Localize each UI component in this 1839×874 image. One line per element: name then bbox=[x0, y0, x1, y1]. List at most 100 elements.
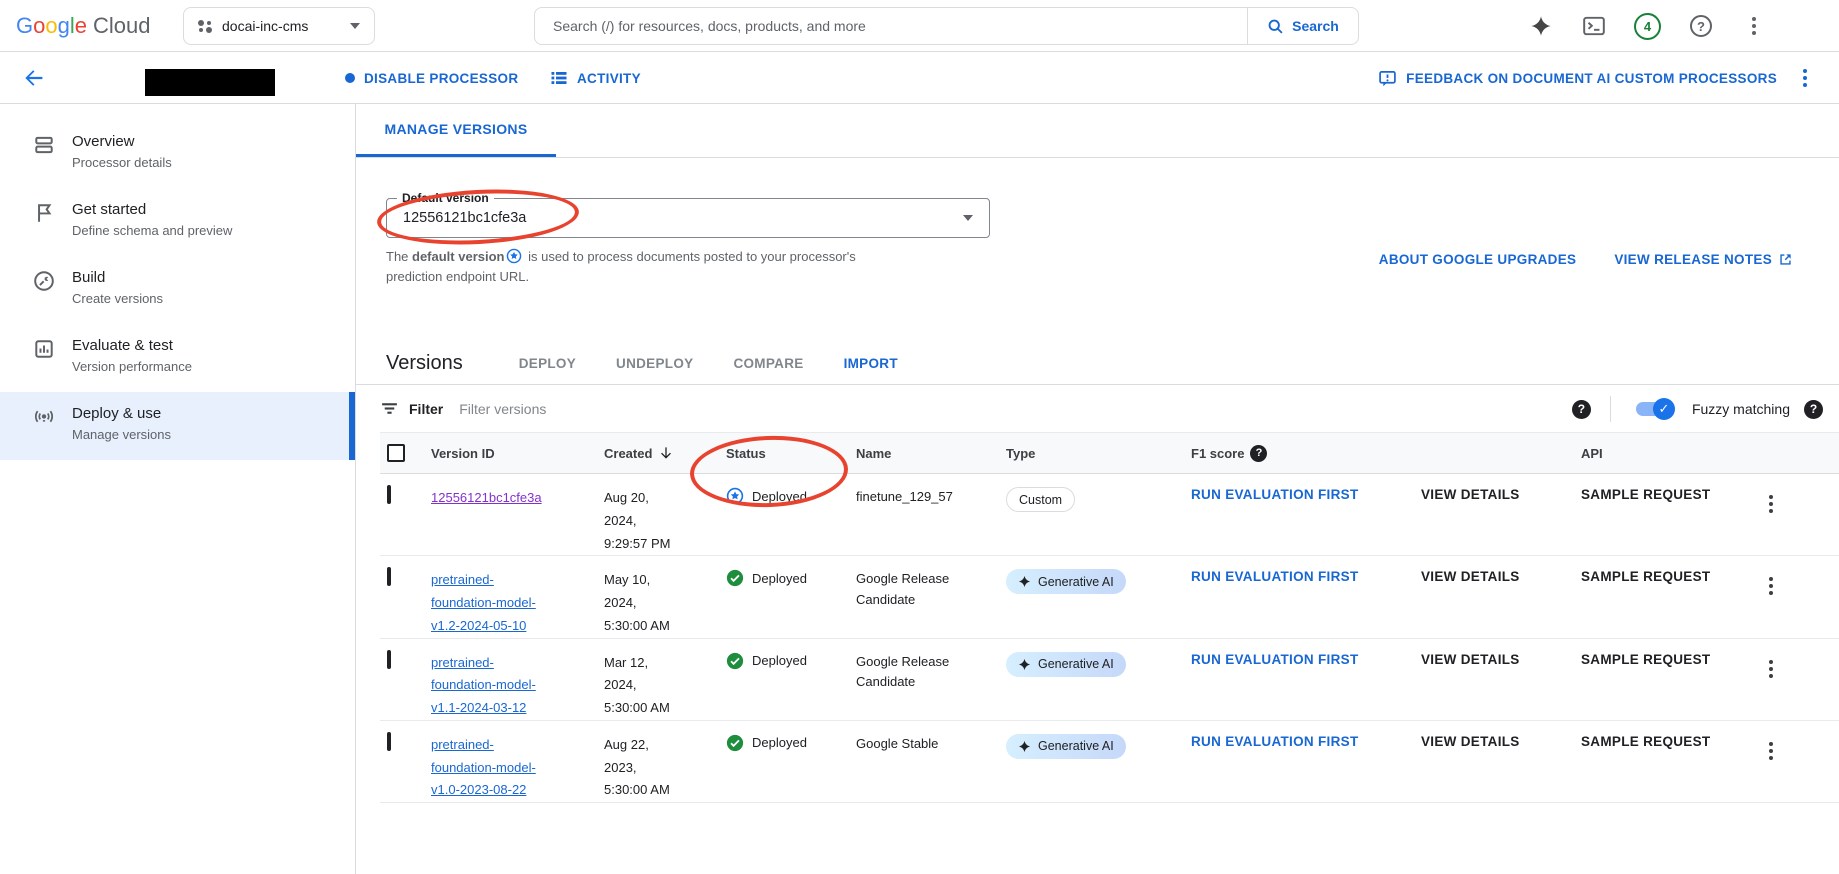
sample-request-button[interactable]: SAMPLE REQUEST bbox=[1581, 569, 1710, 584]
fuzzy-matching-toggle[interactable]: ✓ bbox=[1636, 402, 1672, 416]
row-checkbox[interactable] bbox=[387, 567, 391, 586]
status-text: Deployed bbox=[752, 489, 807, 504]
cloud-shell-icon[interactable] bbox=[1581, 13, 1607, 39]
evaluate-icon bbox=[33, 338, 55, 360]
table-header-row: Version ID Created Status Name Type F1 s… bbox=[380, 432, 1839, 474]
row-menu-icon[interactable] bbox=[1769, 742, 1773, 760]
filter-help-icon[interactable]: ? bbox=[1572, 400, 1591, 419]
row-menu-icon[interactable] bbox=[1769, 577, 1773, 595]
fuzzy-help-icon[interactable]: ? bbox=[1804, 400, 1823, 419]
search-input[interactable] bbox=[534, 7, 1247, 45]
sidebar-item-build[interactable]: Build Create versions bbox=[0, 256, 355, 324]
logo-letter: g bbox=[58, 13, 70, 39]
google-cloud-logo[interactable]: Google Cloud bbox=[16, 13, 151, 39]
f1-score-help-icon[interactable]: ? bbox=[1250, 445, 1267, 462]
sample-request-button[interactable]: SAMPLE REQUEST bbox=[1581, 652, 1710, 667]
undeploy-button[interactable]: UNDEPLOY bbox=[616, 356, 693, 371]
chevron-down-icon bbox=[350, 23, 360, 29]
created-cell: May 10, 2024, 5:30:00 AM bbox=[600, 569, 722, 637]
versions-table: Version ID Created Status Name Type F1 s… bbox=[380, 432, 1839, 803]
chevron-down-icon bbox=[963, 215, 973, 221]
fuzzy-matching-controls: ? ✓ Fuzzy matching ? bbox=[1572, 385, 1823, 433]
default-version-star-icon bbox=[506, 248, 522, 264]
filter-bar: Filter ? ✓ Fuzzy matching ? bbox=[356, 384, 1839, 432]
disable-processor-button[interactable]: DISABLE PROCESSOR bbox=[345, 52, 518, 104]
run-evaluation-first-link[interactable]: RUN EVALUATION FIRST bbox=[1191, 487, 1359, 502]
gemini-sparkle-icon[interactable] bbox=[1528, 13, 1554, 39]
versions-heading: Versions bbox=[386, 352, 463, 375]
name-cell: Google Release Candidate bbox=[852, 652, 1002, 694]
back-arrow-icon[interactable] bbox=[22, 66, 46, 90]
column-header-type[interactable]: Type bbox=[1002, 446, 1187, 461]
run-evaluation-first-link[interactable]: RUN EVALUATION FIRST bbox=[1191, 734, 1359, 749]
row-menu-icon[interactable] bbox=[1769, 660, 1773, 678]
created-cell: Aug 20, 2024, 9:29:57 PM bbox=[600, 487, 722, 555]
version-id-link[interactable]: pretrained- foundation-model- v1.2-2024-… bbox=[431, 572, 536, 633]
gcp-console-screen: Google Cloud docai-inc-cms Search 4 ? bbox=[0, 0, 1839, 874]
about-google-upgrades-link[interactable]: ABOUT GOOGLE UPGRADES bbox=[1379, 252, 1577, 267]
project-selector[interactable]: docai-inc-cms bbox=[183, 7, 375, 45]
processor-sidebar: Overview Processor details Get started D… bbox=[0, 104, 356, 874]
view-details-button[interactable]: VIEW DETAILS bbox=[1421, 487, 1520, 502]
column-header-f1-score[interactable]: F1 score ? bbox=[1187, 445, 1417, 462]
help-icon[interactable]: ? bbox=[1688, 13, 1714, 39]
table-row: pretrained- foundation-model- v1.1-2024-… bbox=[380, 639, 1839, 721]
tab-manage-versions[interactable]: MANAGE VERSIONS bbox=[356, 104, 556, 157]
type-chip-generative-ai: Generative AI bbox=[1006, 652, 1126, 677]
view-release-notes-link[interactable]: VIEW RELEASE NOTES bbox=[1614, 252, 1793, 267]
column-header-created[interactable]: Created bbox=[600, 445, 722, 461]
status-text: Deployed bbox=[752, 653, 807, 668]
search-icon bbox=[1267, 18, 1284, 35]
tab-label: MANAGE VERSIONS bbox=[385, 121, 528, 137]
sidebar-item-title: Build bbox=[72, 269, 163, 286]
more-options-icon[interactable] bbox=[1741, 13, 1767, 39]
run-evaluation-first-link[interactable]: RUN EVALUATION FIRST bbox=[1191, 569, 1359, 584]
row-menu-icon[interactable] bbox=[1769, 495, 1773, 513]
status-cell: Deployed bbox=[722, 734, 852, 752]
deployed-check-icon bbox=[726, 652, 744, 670]
activity-list-icon bbox=[550, 69, 568, 87]
view-details-button[interactable]: VIEW DETAILS bbox=[1421, 734, 1520, 749]
view-details-button[interactable]: VIEW DETAILS bbox=[1421, 569, 1520, 584]
column-header-version-id[interactable]: Version ID bbox=[427, 446, 600, 461]
deploy-button[interactable]: DEPLOY bbox=[519, 356, 576, 371]
run-evaluation-first-link[interactable]: RUN EVALUATION FIRST bbox=[1191, 652, 1359, 667]
select-all-checkbox[interactable] bbox=[387, 444, 405, 462]
notifications-badge[interactable]: 4 bbox=[1634, 13, 1661, 40]
sidebar-item-deploy-use[interactable]: Deploy & use Manage versions bbox=[0, 392, 355, 460]
version-id-link[interactable]: 12556121bc1cfe3a bbox=[431, 490, 542, 505]
column-header-name[interactable]: Name bbox=[852, 446, 1002, 461]
global-search: Search bbox=[534, 7, 1359, 45]
default-version-select[interactable]: Default version 12556121bc1cfe3a bbox=[386, 198, 990, 238]
flag-icon bbox=[33, 202, 55, 224]
activity-button[interactable]: ACTIVITY bbox=[550, 52, 641, 104]
version-id-link[interactable]: pretrained- foundation-model- v1.1-2024-… bbox=[431, 655, 536, 716]
version-id-link[interactable]: pretrained- foundation-model- v1.0-2023-… bbox=[431, 737, 536, 798]
tab-bar: MANAGE VERSIONS bbox=[356, 104, 1839, 158]
column-header-status[interactable]: Status bbox=[722, 446, 852, 461]
type-chip-generative-ai: Generative AI bbox=[1006, 569, 1126, 594]
logo-letter: o bbox=[33, 13, 45, 39]
row-checkbox[interactable] bbox=[387, 732, 391, 751]
sidebar-item-overview[interactable]: Overview Processor details bbox=[0, 120, 355, 188]
filter-versions-input[interactable] bbox=[459, 401, 959, 417]
sample-request-button[interactable]: SAMPLE REQUEST bbox=[1581, 487, 1710, 502]
compare-button[interactable]: COMPARE bbox=[733, 356, 803, 371]
search-button[interactable]: Search bbox=[1247, 7, 1359, 45]
row-checkbox[interactable] bbox=[387, 650, 391, 669]
status-text: Deployed bbox=[752, 735, 807, 750]
filter-icon bbox=[380, 399, 399, 418]
feedback-button[interactable]: FEEDBACK ON DOCUMENT AI CUSTOM PROCESSOR… bbox=[1378, 52, 1777, 104]
sidebar-item-get-started[interactable]: Get started Define schema and preview bbox=[0, 188, 355, 256]
column-header-api[interactable]: API bbox=[1577, 446, 1765, 461]
row-checkbox[interactable] bbox=[387, 485, 391, 504]
import-button[interactable]: IMPORT bbox=[844, 356, 898, 371]
page-more-options-icon[interactable] bbox=[1803, 69, 1807, 87]
sidebar-item-evaluate-test[interactable]: Evaluate & test Version performance bbox=[0, 324, 355, 392]
feedback-icon bbox=[1378, 69, 1397, 88]
disable-icon bbox=[345, 73, 355, 83]
activity-label: ACTIVITY bbox=[577, 71, 641, 86]
view-details-button[interactable]: VIEW DETAILS bbox=[1421, 652, 1520, 667]
notification-count: 4 bbox=[1644, 19, 1651, 34]
sample-request-button[interactable]: SAMPLE REQUEST bbox=[1581, 734, 1710, 749]
